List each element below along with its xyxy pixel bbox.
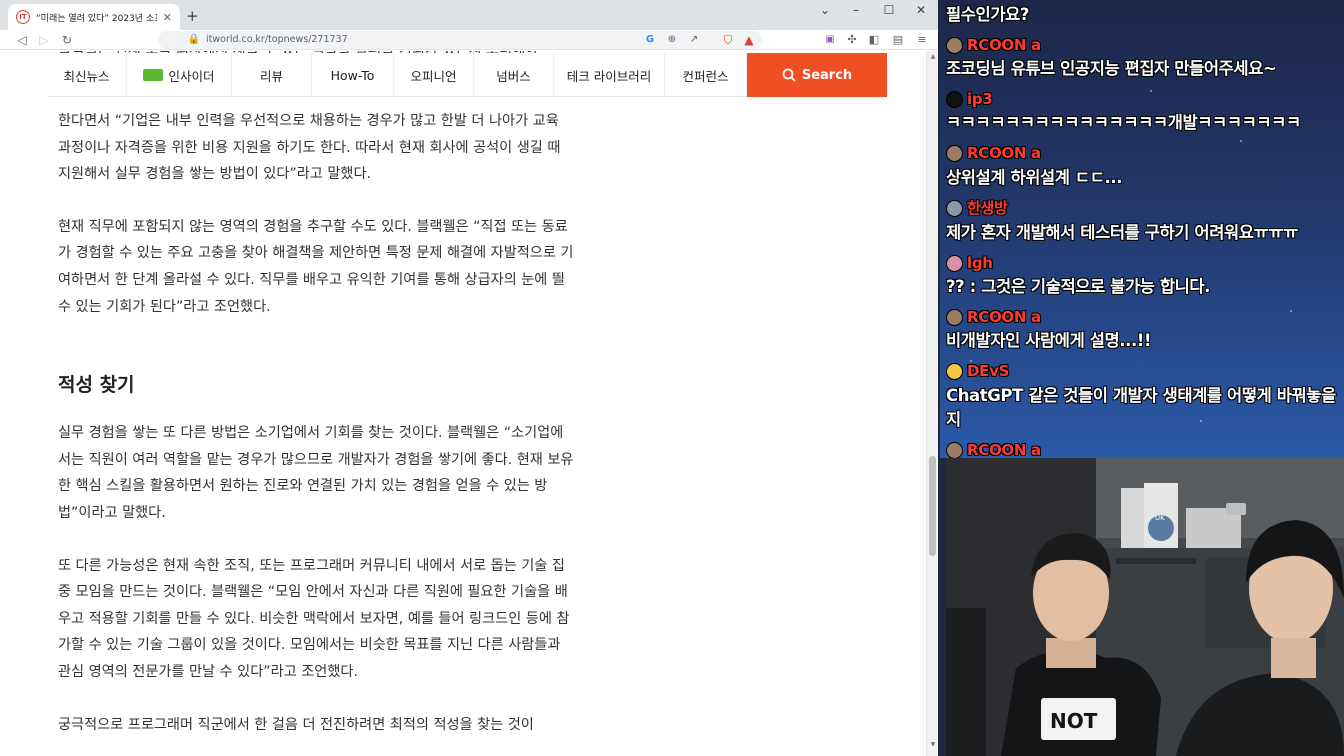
user-avatar-icon	[946, 144, 963, 162]
scroll-thumb[interactable]	[929, 456, 936, 556]
chat-overlay: 필수인가요? RCOON a 조코딩님 유튜브 인공지능 편집자 만들어주세요~ ip…	[940, 0, 1344, 458]
user-avatar-icon	[946, 36, 963, 54]
browser-window: IT “미래는 열려 있다” 2023년 소프트 ✕ + ⌄ – ☐ ✕ ◁ ▷…	[0, 0, 938, 756]
nav-item-numbers[interactable]: 넘버스	[474, 53, 554, 97]
chat-username: RCOON a	[946, 439, 1041, 458]
tab-search-chevron-icon[interactable]: ⌄	[815, 3, 835, 17]
nav-item-latest[interactable]: 최신뉴스	[47, 53, 127, 97]
chat-username-text: RCOON a	[967, 144, 1041, 162]
address-bar[interactable]: 🔒 itworld.co.kr/topnews/271737 G ⊕ ↗	[158, 31, 762, 49]
active-tab[interactable]: IT “미래는 열려 있다” 2023년 소프트 ✕	[8, 4, 180, 30]
share-icon[interactable]: ↗	[686, 32, 702, 48]
user-avatar-icon	[946, 362, 963, 380]
url-text: itworld.co.kr/topnews/271737	[206, 34, 348, 45]
minimize-icon[interactable]: –	[846, 3, 866, 17]
chat-username: RCOON a	[946, 142, 1041, 164]
puzzle-icon[interactable]: ✣	[844, 32, 860, 48]
chat-username-text: DEvS	[967, 362, 1010, 380]
page-scrollbar[interactable]: ▲ ▼	[926, 51, 938, 756]
user-avatar-icon	[946, 441, 963, 458]
maximize-icon[interactable]: ☐	[879, 3, 899, 17]
chat-username-text: RCOON a	[967, 441, 1041, 458]
nav-item-label: 인사이더	[168, 68, 215, 84]
user-avatar-icon	[946, 308, 963, 326]
search-label: Search	[801, 67, 853, 83]
chat-message: ㅋㅋㅋㅋㅋㅋㅋㅋㅋㅋㅋㅋㅋㅋㅋ개발ㅋㅋㅋㅋㅋㅋㅋ	[946, 113, 1301, 132]
nav-item-conference[interactable]: 컨퍼런스	[665, 53, 747, 97]
chat-username: RCOON a	[946, 306, 1041, 328]
tab-close-icon[interactable]: ✕	[163, 11, 172, 24]
nav-item-label: 리뷰	[259, 68, 283, 84]
tab-title: “미래는 열려 있다” 2023년 소프트	[36, 13, 157, 24]
chat-username-text: lgh	[967, 254, 993, 272]
tab-strip: IT “미래는 열려 있다” 2023년 소프트 ✕ + ⌄ – ☐ ✕	[0, 0, 938, 30]
search-button[interactable]: Search	[747, 53, 887, 97]
nav-item-label: 오피니언	[410, 68, 457, 84]
chat-username: lgh	[946, 252, 993, 274]
article-paragraph-1: 한다면서 “기업은 내부 인력을 우선적으로 채용하는 경우가 많고 한발 더 …	[58, 113, 561, 183]
poster-text: UK	[1155, 514, 1165, 522]
site-navigation: 최신뉴스 인사이더 리뷰 How-To 오피니언 넘버스 테크 라이브러리 컨퍼…	[47, 53, 887, 97]
lock-icon[interactable]: 🔒	[186, 32, 202, 48]
user-avatar-icon	[946, 90, 963, 108]
article-body: 한다면서 “기업은 내부 인력을 우선적으로 채용하는 경우가 많고 한발 더 …	[58, 108, 574, 738]
scroll-up-icon[interactable]: ▲	[927, 53, 938, 60]
extension-icon[interactable]: ▣	[822, 32, 838, 48]
reload-icon[interactable]: ↻	[59, 32, 75, 48]
user-avatar-icon	[946, 199, 963, 217]
close-window-icon[interactable]: ✕	[911, 3, 931, 17]
browser-toolbar: ◁ ▷ ↻ ⊓ 🔒 itworld.co.kr/topnews/271737 G…	[0, 30, 938, 50]
nav-item-label: 최신뉴스	[63, 68, 110, 84]
nav-item-opinion[interactable]: 오피니언	[394, 53, 474, 97]
nav-item-label: How-To	[330, 67, 375, 83]
article-paragraph-5: 궁극적으로 프로그래머 직군에서 한 걸음 더 전진하려면 최적의 적성을 찾는…	[58, 716, 534, 733]
chat-username: DEvS	[946, 360, 1009, 382]
chat-username: 한생방	[946, 197, 1008, 219]
web-page: 블랙웰은 현재 소속 회사에서 채울 수 있는 역할을 살펴볼 기회가 있는지 …	[0, 51, 926, 756]
insider-badge-icon	[143, 69, 164, 81]
chat-message: 필수인가요?	[946, 5, 1030, 24]
wallet-icon[interactable]: ▤	[890, 32, 906, 48]
chat-message: ChatGPT 같은 것들이 개발자 생태계를 어떻게 바꿔놓을지	[946, 386, 1336, 429]
new-tab-button[interactable]: +	[186, 7, 199, 25]
google-icon[interactable]: G	[642, 32, 658, 48]
zoom-icon[interactable]: ⊕	[664, 32, 680, 48]
nav-item-label: 컨퍼런스	[682, 68, 729, 84]
itworld-favicon-icon: IT	[16, 10, 30, 24]
brave-shield-icon[interactable]: ⛉	[720, 32, 736, 48]
shirt-text: NOT	[1050, 709, 1098, 733]
screen: IT “미래는 열려 있다” 2023년 소프트 ✕ + ⌄ – ☐ ✕ ◁ ▷…	[0, 0, 1344, 756]
chat-username-text: ip3	[967, 90, 993, 108]
sidebar-icon[interactable]: ◧	[866, 32, 882, 48]
menu-icon[interactable]: ≡	[914, 32, 930, 48]
article-paragraph-2: 현재 직무에 포함되지 않는 영역의 경험을 추구할 수도 있다. 블랙웰은 “…	[58, 218, 574, 315]
nav-item-label: 테크 라이브러리	[566, 68, 652, 84]
nav-item-tech-library[interactable]: 테크 라이브러리	[554, 53, 665, 97]
chat-message: 제가 혼자 개발해서 테스터를 구하기 어려워요ㅠㅠㅠ	[946, 223, 1298, 242]
webcam-feed: UK NOT	[946, 458, 1344, 756]
user-avatar-icon	[946, 254, 963, 272]
chat-username: ip3	[946, 88, 993, 110]
nav-item-insider[interactable]: 인사이더	[127, 53, 232, 97]
brave-rewards-icon[interactable]: ▲	[741, 32, 757, 48]
nav-item-howto[interactable]: How-To	[312, 53, 394, 97]
scroll-down-icon[interactable]: ▼	[927, 741, 938, 748]
chat-message: 상위설계 하위설계 ㄷㄷ...	[946, 168, 1123, 187]
search-icon	[782, 68, 796, 82]
nav-item-label: 넘버스	[496, 68, 531, 84]
webcam-scene: UK NOT	[946, 458, 1344, 756]
chat-username-text: RCOON a	[967, 36, 1041, 54]
nav-item-review[interactable]: 리뷰	[232, 53, 312, 97]
article-paragraph-3: 실무 경험을 쌓는 또 다른 방법은 소기업에서 기회를 찾는 것이다. 블랙웰…	[58, 425, 574, 521]
back-icon[interactable]: ◁	[14, 32, 30, 48]
chat-username: RCOON a	[946, 34, 1041, 56]
section-heading: 적성 찾기	[58, 374, 135, 397]
chat-message: ?? : 그것은 기술적으로 불가능 합니다.	[946, 277, 1211, 296]
chat-username-text: 한생방	[967, 199, 1008, 217]
forward-icon[interactable]: ▷	[36, 32, 52, 48]
chat-message: 비개발자인 사람에게 설명...!!	[946, 331, 1152, 350]
chat-username-text: RCOON a	[967, 308, 1041, 326]
article-paragraph-4: 또 다른 가능성은 현재 속한 조직, 또는 프로그래머 커뮤니티 내에서 서로…	[58, 557, 570, 680]
chat-message: 조코딩님 유튜브 인공지능 편집자 만들어주세요~	[946, 59, 1277, 78]
